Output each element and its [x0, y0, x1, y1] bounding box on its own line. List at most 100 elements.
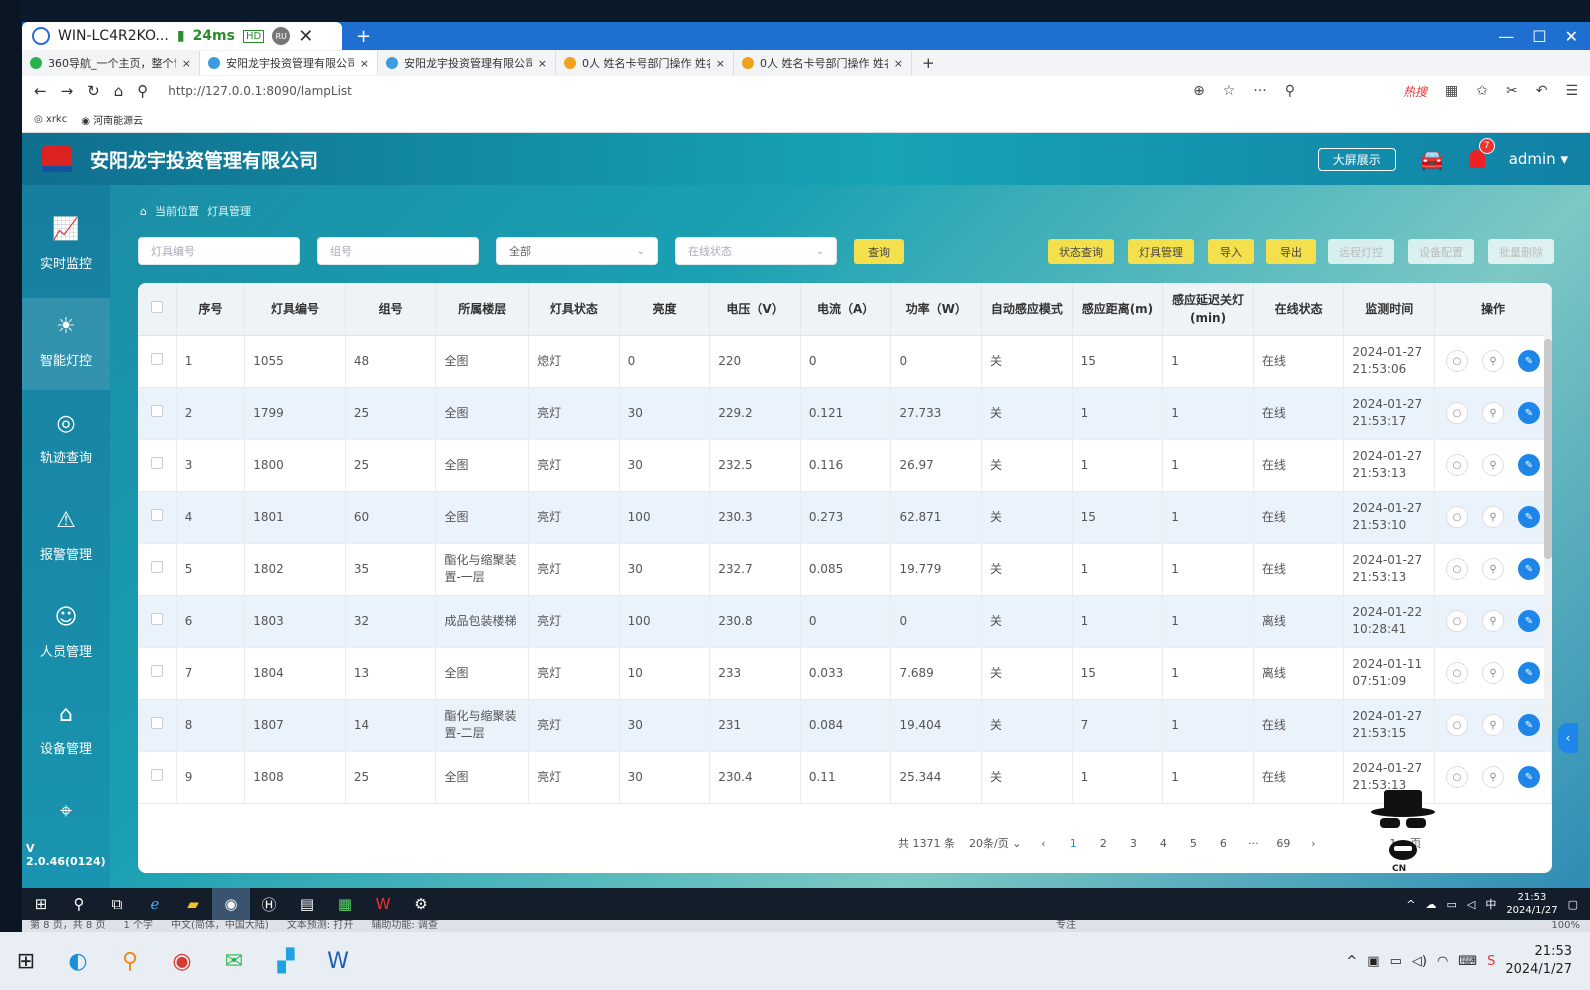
- volume-icon[interactable]: ◁: [1467, 898, 1475, 911]
- prev-page-icon[interactable]: ‹: [1035, 837, 1051, 850]
- remote-clock[interactable]: 21:53 2024/1/27: [1506, 891, 1557, 917]
- focus-mode[interactable]: 专注: [1056, 920, 1076, 932]
- row-checkbox[interactable]: [138, 491, 177, 544]
- menu-icon[interactable]: ☰: [1565, 83, 1578, 99]
- locate-icon[interactable]: ⚲: [1482, 558, 1504, 580]
- search-icon[interactable]: ○: [1446, 766, 1468, 788]
- column-header[interactable]: 序号: [176, 283, 246, 336]
- next-page-icon[interactable]: ›: [1305, 837, 1321, 850]
- maximize-icon[interactable]: ☐: [1532, 27, 1546, 46]
- locate-icon[interactable]: ⚲: [1482, 506, 1504, 528]
- table-scrollbar[interactable]: [1544, 335, 1552, 735]
- url-input[interactable]: http://127.0.0.1:8090/lampList: [168, 84, 352, 98]
- column-header[interactable]: 感应延迟关灯(min): [1162, 283, 1254, 336]
- export-button[interactable]: 导出: [1266, 239, 1316, 264]
- locate-icon[interactable]: ⚲: [1482, 610, 1504, 632]
- home-icon[interactable]: ⌂: [140, 205, 147, 218]
- locate-icon[interactable]: ⚲: [1482, 766, 1504, 788]
- keyboard-icon[interactable]: ⌨: [1458, 954, 1477, 969]
- table-row[interactable]: 9 1808 25 全图 亮灯 30 230.4 0.11 25.344 关 1 1 在线 2024-01…: [138, 751, 1552, 804]
- favorites-icon[interactable]: ✩: [1476, 83, 1488, 99]
- remote-app-icon[interactable]: ▞: [260, 937, 312, 985]
- wps-icon[interactable]: W: [364, 888, 402, 920]
- edit-icon[interactable]: ✎: [1518, 350, 1540, 372]
- sidebar-item-4[interactable]: ☺ 人员管理: [22, 589, 110, 681]
- task-view-icon[interactable]: ⧉: [98, 888, 136, 920]
- reload-icon[interactable]: ↻: [87, 82, 100, 100]
- locate-icon[interactable]: ⚲: [1482, 402, 1504, 424]
- edit-icon[interactable]: ✎: [1518, 506, 1540, 528]
- table-row[interactable]: 3 1800 25 全图 亮灯 30 232.5 0.116 26.97 关 1 1 在线 2024-01…: [138, 439, 1552, 492]
- locate-icon[interactable]: ⚲: [1482, 454, 1504, 476]
- column-header[interactable]: 灯具状态: [528, 283, 620, 336]
- table-row[interactable]: 1 1055 48 全图 熄灯 0 220 0 0 关 15 1 在线 2024-01-27 21:53:…: [138, 335, 1552, 388]
- hot-search-link[interactable]: 热搜: [1403, 83, 1427, 100]
- floor-select[interactable]: 全部 ⌄: [496, 237, 658, 265]
- volume-icon[interactable]: ◁): [1412, 954, 1427, 969]
- home-icon[interactable]: ⌂: [114, 82, 124, 100]
- close-window-icon[interactable]: ✕: [1565, 27, 1578, 46]
- locate-icon[interactable]: ⚲: [1482, 662, 1504, 684]
- user-menu[interactable]: admin ▾: [1509, 150, 1568, 168]
- close-icon[interactable]: ✕: [298, 26, 313, 47]
- hs-app-icon[interactable]: Ⓗ: [250, 888, 288, 920]
- import-button[interactable]: 导入: [1208, 239, 1254, 264]
- select-all-checkbox[interactable]: [138, 283, 177, 336]
- column-header[interactable]: 在线状态: [1253, 283, 1345, 336]
- search-icon[interactable]: ○: [1446, 610, 1468, 632]
- browser-360-icon[interactable]: ◉: [212, 888, 250, 920]
- sidebar-item-5[interactable]: ⌂ 设备管理: [22, 686, 110, 778]
- network-icon[interactable]: ▭: [1446, 898, 1456, 911]
- locate-icon[interactable]: ⚲: [1482, 350, 1504, 372]
- edit-icon[interactable]: ✎: [1518, 454, 1540, 476]
- notification-icon[interactable]: ▢: [1568, 898, 1578, 911]
- table-row[interactable]: 4 1801 60 全图 亮灯 100 230.3 0.273 62.871 关 15 1 在线 2024…: [138, 491, 1552, 544]
- browser-tab[interactable]: 0人 姓名卡号部门操作 姓名 ×: [734, 51, 912, 75]
- table-row[interactable]: 6 1803 32 成品包装楼梯 亮灯 100 230.8 0 0 关 1 1 离线 2024-01-22…: [138, 595, 1552, 648]
- close-tab-icon[interactable]: ×: [716, 57, 725, 70]
- column-header[interactable]: 感应距离(m): [1072, 283, 1164, 336]
- chevron-up-icon[interactable]: ^: [1346, 954, 1357, 969]
- column-header[interactable]: 组号: [345, 283, 437, 336]
- browser-tab[interactable]: 360导航_一个主页，整个世界 ×: [22, 51, 200, 75]
- undo-icon[interactable]: ↶: [1536, 83, 1548, 99]
- page-number[interactable]: 5: [1185, 837, 1201, 850]
- page-number[interactable]: 69: [1275, 837, 1291, 850]
- browser-tab[interactable]: 安阳龙宇投资管理有限公司 ×: [378, 51, 556, 75]
- edge-browser-icon[interactable]: ◐: [52, 937, 104, 985]
- lamp-manage-button[interactable]: 灯具管理: [1128, 239, 1194, 264]
- browser-tab[interactable]: 安阳龙宇投资管理有限公司 ×: [200, 51, 378, 75]
- search-icon[interactable]: ○: [1446, 558, 1468, 580]
- big-screen-button[interactable]: 大屏展示: [1317, 147, 1396, 171]
- table-row[interactable]: 5 1802 35 酯化与缩聚装置-一层 亮灯 30 232.7 0.085 19.779 关 1 1…: [138, 543, 1552, 596]
- column-header[interactable]: 亮度: [619, 283, 711, 336]
- page-size-select[interactable]: 20条/页 ⌄: [969, 835, 1021, 851]
- alarm-bell-icon[interactable]: 7: [1468, 138, 1495, 168]
- minimize-icon[interactable]: —: [1498, 27, 1514, 46]
- edit-icon[interactable]: ✎: [1518, 714, 1540, 736]
- row-checkbox[interactable]: [138, 751, 177, 804]
- close-tab-icon[interactable]: ×: [538, 57, 547, 70]
- accessibility[interactable]: 辅助功能: 调查: [371, 920, 438, 932]
- wechat-icon[interactable]: ✉: [208, 937, 260, 985]
- column-header[interactable]: 自动感应模式: [981, 283, 1073, 336]
- cloud-icon[interactable]: ☁: [1425, 898, 1436, 911]
- page-number[interactable]: 1: [1065, 837, 1081, 850]
- spreadsheet-icon[interactable]: ▦: [326, 888, 364, 920]
- ie-browser-icon[interactable]: ℯ: [136, 888, 174, 920]
- zoom-icon[interactable]: ⊕: [1193, 83, 1205, 99]
- row-checkbox[interactable]: [138, 335, 177, 388]
- browser-tab[interactable]: 0人 姓名卡号部门操作 姓名 ×: [556, 51, 734, 75]
- page-number[interactable]: 6: [1215, 837, 1231, 850]
- chrome-icon[interactable]: ◉: [156, 937, 208, 985]
- sidebar-item-2[interactable]: ◎ 轨迹查询: [22, 395, 110, 487]
- device-config-button[interactable]: 设备配置: [1408, 239, 1474, 264]
- back-icon[interactable]: ←: [34, 82, 47, 100]
- windows-start-icon[interactable]: ⊞: [0, 937, 52, 985]
- online-status-select[interactable]: 在线状态 ⌄: [675, 237, 837, 265]
- status-query-button[interactable]: 状态查询: [1048, 239, 1114, 264]
- column-header[interactable]: 电压（V）: [709, 283, 801, 336]
- ime-indicator[interactable]: 中: [1485, 896, 1496, 912]
- remote-session-tab[interactable]: WIN-LC4R2KO... ▮ 24ms HD RU ✕: [22, 22, 342, 50]
- table-row[interactable]: 7 1804 13 全图 亮灯 10 233 0.033 7.689 关 15 1 离线 2024-01-…: [138, 647, 1552, 700]
